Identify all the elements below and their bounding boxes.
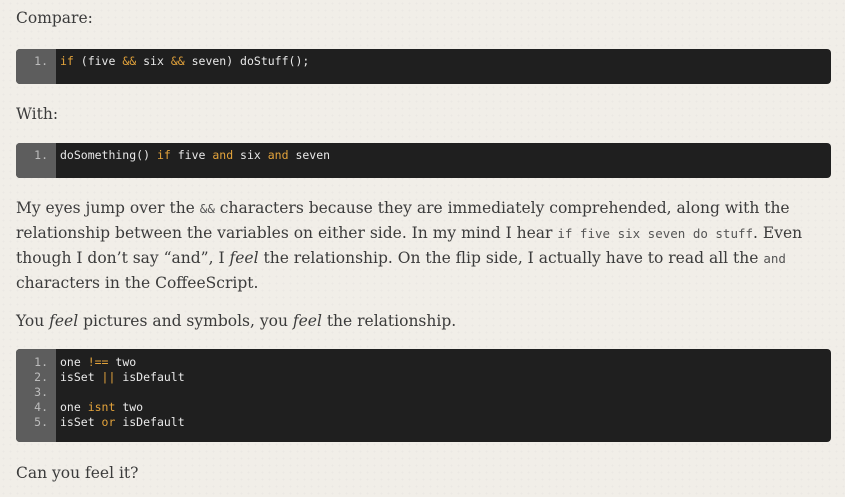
code-text: isSet || isDefault (60, 370, 185, 385)
code-block-2: 1. doSomething() if five and six and seve… (16, 143, 831, 178)
code-lines: 1. one !== two 2. isSet || isDefault 3. 4. one… (16, 349, 831, 437)
code-lines: 1. if (five && six && seven) doStuff(); (16, 49, 831, 76)
code-token: isDefault (115, 415, 185, 429)
code-token: two (108, 355, 137, 369)
text: the relationship. (321, 312, 457, 330)
code-block-3: 1. one !== two 2. isSet || isDefault 3. 4. one… (16, 349, 831, 442)
code-token: isDefault (115, 370, 185, 384)
with-paragraph: With: (16, 105, 59, 123)
inline-code: and (763, 251, 786, 266)
keyword-token: !== (87, 355, 109, 369)
code-token: six (136, 54, 171, 68)
text: My eyes jump over the (16, 199, 200, 217)
code-token: one (60, 355, 88, 369)
line-number: 5. (34, 415, 48, 429)
code-token: isSet (60, 415, 102, 429)
keyword-token: isnt (87, 400, 116, 414)
closing-paragraph: Can you feel it? (16, 464, 139, 482)
line-number: 3. (34, 385, 48, 399)
code-line: 2. isSet || isDefault (16, 370, 831, 385)
emphasis: feel (292, 312, 322, 330)
code-line: 1. one !== two (16, 355, 831, 370)
code-token: doSomething() (60, 148, 157, 162)
code-text: one !== two (60, 355, 136, 370)
text: pictures and symbols, you (78, 312, 293, 330)
keyword-token: if (60, 54, 74, 68)
keyword-token: or (101, 415, 116, 429)
code-text: doSomething() if five and six and seven (60, 148, 330, 163)
text: You (16, 312, 50, 330)
line-number: 4. (34, 400, 48, 414)
code-token: seven (288, 148, 331, 162)
keyword-token: if (156, 148, 171, 162)
code-line: 1. if (five && six && seven) doStuff(); (16, 54, 831, 69)
emphasis: feel (229, 249, 259, 267)
code-line: 3. (16, 385, 831, 400)
code-text: isSet or isDefault (60, 415, 185, 430)
line-number: 1. (34, 54, 48, 68)
code-token: one (60, 400, 88, 414)
code-line: 4. one isnt two (16, 400, 831, 415)
text: characters in the CoffeeScript. (16, 274, 259, 292)
keyword-token: && (122, 54, 137, 68)
code-lines: 1. doSomething() if five and six and seve… (16, 143, 831, 170)
inline-code: if five six seven do stuff (557, 226, 754, 241)
explanation-paragraph: My eyes jump over the && characters beca… (16, 196, 816, 295)
code-text: one isnt two (60, 400, 143, 415)
inline-code: && (199, 201, 215, 216)
compare-paragraph: Compare: (16, 9, 93, 27)
code-token: six (233, 148, 268, 162)
code-token: five (170, 148, 213, 162)
keyword-token: and (267, 148, 289, 162)
keyword-token: && (170, 54, 185, 68)
line-number: 2. (34, 370, 48, 384)
code-token: two (115, 400, 144, 414)
keyword-token: || (101, 370, 116, 384)
keyword-token: and (212, 148, 234, 162)
emphasis: feel (49, 312, 79, 330)
code-block-1: 1. if (five && six && seven) doStuff(); (16, 49, 831, 84)
text: the relationship. On the flip side, I ac… (258, 249, 764, 267)
line-number: 1. (34, 355, 48, 369)
code-token: (five (73, 54, 123, 68)
line-number: 1. (34, 148, 48, 162)
code-text: if (five && six && seven) doStuff(); (60, 54, 309, 69)
code-token: seven) doStuff(); (184, 54, 310, 68)
code-line: 1. doSomething() if five and six and seve… (16, 148, 831, 163)
code-token: isSet (60, 370, 102, 384)
feel-paragraph: You feel pictures and symbols, you feel … (16, 309, 456, 333)
code-line: 5. isSet or isDefault (16, 415, 831, 430)
